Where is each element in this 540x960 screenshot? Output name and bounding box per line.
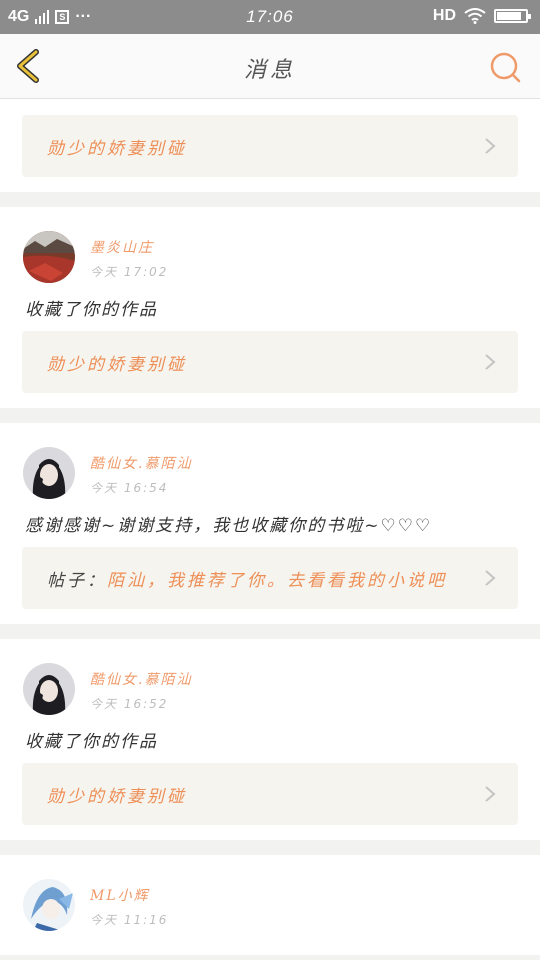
avatar[interactable] [23,663,75,715]
page-title: 消息 [243,58,296,83]
chevron-right-icon [485,354,496,370]
message-text: 收藏了你的作品 [25,732,158,752]
avatar[interactable] [23,879,75,931]
battery-icon [494,9,531,23]
work-link[interactable]: 勋少的娇妻别碰 [22,331,518,393]
username[interactable]: 墨炎山庄 [90,237,154,257]
avatar-girl-image [23,663,75,715]
message-card: 勋少的娇妻别碰 [0,99,540,192]
username[interactable]: 酷仙女.慕陌汕 [90,453,192,473]
post-link-title: 陌汕，我推荐了你。去看看我的小说吧 [107,570,447,591]
message-card: ML小辉 今天 11:16 [0,855,540,955]
username[interactable]: ML小辉 [90,885,150,905]
timestamp: 今天 16:54 [90,481,169,495]
avatar-landscape-image [23,231,75,283]
timestamp: 今天 11:16 [90,913,169,927]
message-text: 感谢感谢~谢谢支持，我也收藏你的书啦~♡♡♡ [25,516,433,536]
avatar[interactable] [23,447,75,499]
post-link-prefix: 帖子： [47,570,107,591]
avatar-girl-image [23,447,75,499]
divider [0,408,540,423]
nav-bar: 消息 [0,34,540,99]
message-list: 勋少的娇妻别碰 墨炎山庄 今天 17:02 收藏了你的作品 勋少的娇妻别碰 酷仙… [0,99,540,955]
work-link-title: 勋少的娇妻别碰 [47,786,187,807]
message-card: 酷仙女.慕陌汕 今天 16:54 感谢感谢~谢谢支持，我也收藏你的书啦~♡♡♡ … [0,423,540,624]
timestamp: 今天 17:02 [90,265,169,279]
divider [0,840,540,855]
message-card: 墨炎山庄 今天 17:02 收藏了你的作品 勋少的娇妻别碰 [0,207,540,408]
work-link-title: 勋少的娇妻别碰 [47,138,187,159]
post-link[interactable]: 帖子：陌汕，我推荐了你。去看看我的小说吧 [22,547,518,609]
avatar[interactable] [23,231,75,283]
avatar-anime-image [23,879,75,931]
status-bar: 4G S ··· 17:06 HD [0,0,540,34]
search-icon[interactable] [488,50,522,84]
divider [0,624,540,639]
chevron-right-icon [485,138,496,154]
status-right: HD [432,7,531,25]
chevron-right-icon [485,786,496,802]
username[interactable]: 酷仙女.慕陌汕 [90,669,192,689]
post-link-text: 帖子：陌汕，我推荐了你。去看看我的小说吧 [22,566,447,591]
work-link[interactable]: 勋少的娇妻别碰 [22,763,518,825]
divider [0,192,540,207]
work-link[interactable]: 勋少的娇妻别碰 [22,115,518,177]
hd-badge: HD [432,7,456,24]
wifi-icon [464,8,486,24]
message-card: 酷仙女.慕陌汕 今天 16:52 收藏了你的作品 勋少的娇妻别碰 [0,639,540,840]
chevron-right-icon [485,570,496,586]
message-text: 收藏了你的作品 [25,300,158,320]
timestamp: 今天 16:52 [90,697,169,711]
work-link-title: 勋少的娇妻别碰 [47,354,187,375]
